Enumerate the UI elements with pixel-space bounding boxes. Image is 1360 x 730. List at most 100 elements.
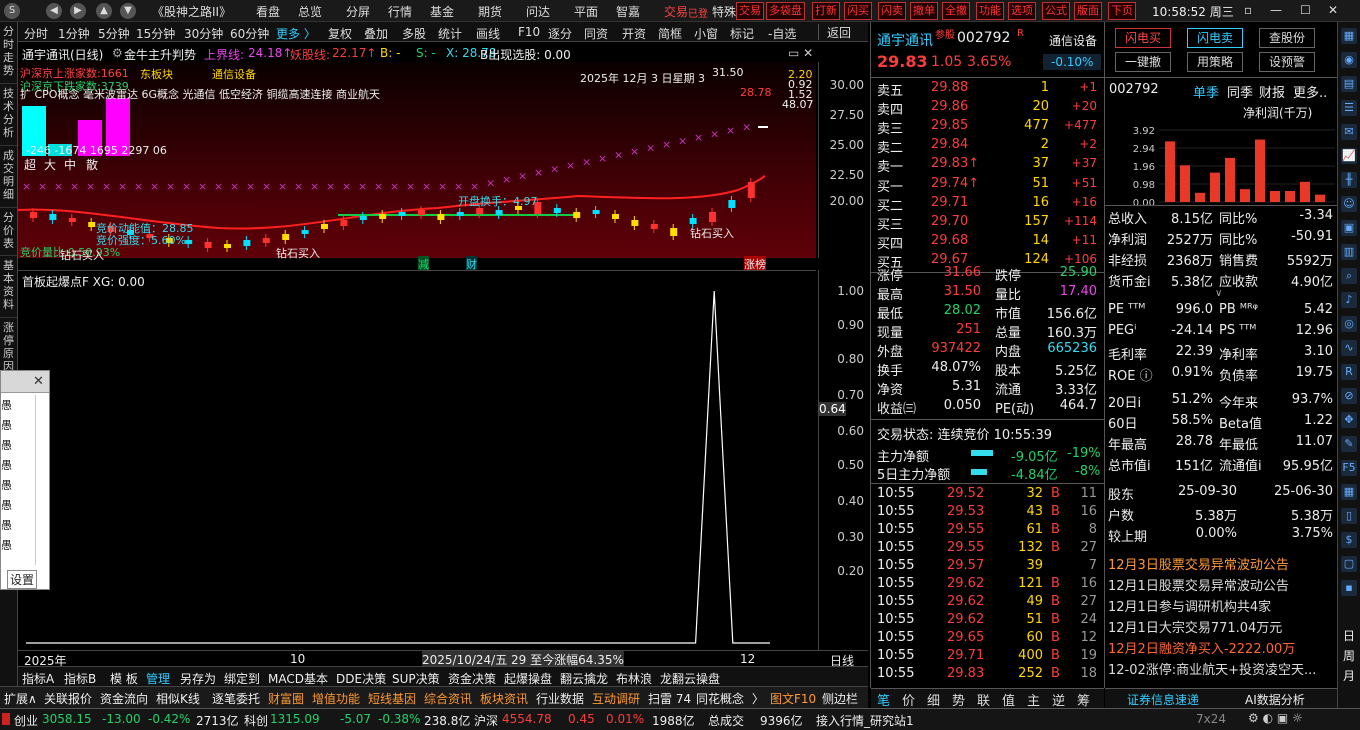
news-item[interactable]: 12月3日股票交易异常波动公告 xyxy=(1108,554,1334,573)
tab-qibao[interactable]: 起爆操盘 xyxy=(504,670,552,687)
ipo-box[interactable]: 打新 xyxy=(812,2,840,20)
calendar-icon[interactable]: ▥ xyxy=(1341,244,1357,260)
quote-tab[interactable]: 筹 xyxy=(1077,690,1090,709)
popup-item[interactable]: 愚 xyxy=(1,457,12,473)
tab-capital[interactable]: 资金决策 xyxy=(448,670,496,687)
ext-capital-flow[interactable]: 资金流向 xyxy=(100,690,148,707)
popup-item[interactable]: 愚 xyxy=(1,397,12,413)
logo-icon[interactable]: S xyxy=(4,3,20,19)
indicator-name[interactable]: 金牛主升判势 xyxy=(124,46,196,63)
multi-stock-button[interactable]: 多股 xyxy=(402,25,426,42)
statistics-button[interactable]: 统计 xyxy=(438,25,462,42)
tab-trade-detail[interactable]: 成交明细 xyxy=(0,146,17,208)
ext-related-quote[interactable]: 关联报价 xyxy=(44,690,92,707)
stop-icon[interactable]: ⊘ xyxy=(1341,388,1357,404)
bell-icon[interactable]: ♪ xyxy=(1341,292,1357,308)
menu-item[interactable]: 总览 xyxy=(298,3,322,20)
simple-frame-button[interactable]: 简框 xyxy=(658,25,682,42)
layout-box[interactable]: 版面 xyxy=(1074,2,1102,20)
news-icon[interactable]: ▣ xyxy=(1341,220,1357,236)
fin-tab-report[interactable]: 财报 xyxy=(1259,82,1285,101)
options-box[interactable]: 选项 xyxy=(1008,2,1036,20)
cancel-all-box[interactable]: 全撤 xyxy=(942,2,970,20)
chat2-icon[interactable]: ▢ xyxy=(1341,556,1357,572)
stock-name[interactable]: 通宇通讯 xyxy=(877,30,933,50)
bars-icon[interactable]: ▤ xyxy=(1341,76,1357,92)
one-click-cancel-button[interactable]: 一键撤 xyxy=(1115,52,1171,72)
fin-tab-quarter[interactable]: 单季 xyxy=(1193,82,1219,101)
period-60min[interactable]: 60分钟 xyxy=(230,25,269,42)
tab-price-table[interactable]: 分价表 xyxy=(0,208,17,256)
fin-tab-more[interactable]: 更多.. xyxy=(1293,82,1327,101)
quote-tab[interactable]: 笔 xyxy=(877,690,890,709)
tab-bind-to[interactable]: 绑定到 xyxy=(224,670,260,687)
quote-tab[interactable]: 值 xyxy=(1002,690,1015,709)
down-icon[interactable]: ▼ xyxy=(120,3,136,19)
rss-icon[interactable]: R xyxy=(1341,364,1357,380)
sector-name[interactable]: 通信设备 xyxy=(1049,32,1097,49)
ai-tab[interactable]: AI数据分析 xyxy=(1245,691,1305,708)
popup-close-icon[interactable]: ✕ xyxy=(33,374,44,389)
menu-item[interactable]: 特殊 xyxy=(712,3,736,20)
multi-box[interactable]: 多袋盘 xyxy=(766,2,805,20)
period-1min[interactable]: 1分钟 xyxy=(58,25,90,42)
fin-tab-same-quarter[interactable]: 同季 xyxy=(1227,82,1253,101)
flash-sell-box[interactable]: 闪卖 xyxy=(878,2,906,20)
ext-expand[interactable]: 扩展∧ xyxy=(4,690,37,707)
settings-icon[interactable]: ⚙ xyxy=(112,46,123,60)
small-window-button[interactable]: 小窗 xyxy=(694,25,718,42)
flash-buy-box[interactable]: 闪买 xyxy=(844,2,872,20)
eye-icon[interactable]: ◉ xyxy=(1341,52,1357,68)
hs-label[interactable]: 沪深 xyxy=(474,712,498,729)
star-label[interactable]: 科创 xyxy=(244,712,268,729)
tab-manage[interactable]: 管理 xyxy=(146,670,170,687)
next-page-box[interactable]: 下页 xyxy=(1108,2,1136,20)
quote-tab[interactable]: 逆 xyxy=(1052,690,1065,709)
ext-similar-k[interactable]: 相似K线 xyxy=(156,690,200,707)
f10-button[interactable]: F10 xyxy=(518,25,540,39)
tab-timeshare[interactable]: 分时走势 xyxy=(0,22,17,84)
news-item[interactable]: 12月1日大宗交易771.04万元 xyxy=(1108,617,1334,636)
period-timeshare[interactable]: 分时 xyxy=(24,25,48,42)
ext-concept[interactable]: 同花概念 xyxy=(696,690,744,707)
book-icon[interactable]: ▯ xyxy=(1341,508,1357,524)
dollar-icon[interactable]: $ xyxy=(1341,532,1357,548)
function-box[interactable]: 功能 xyxy=(976,2,1004,20)
set-alert-button[interactable]: 设预警 xyxy=(1259,52,1315,72)
strategy-button[interactable]: 用策略 xyxy=(1187,52,1243,72)
period-30min[interactable]: 30分钟 xyxy=(184,25,223,42)
menu-item[interactable]: 期货 xyxy=(478,3,502,20)
tab-dde[interactable]: DDE决策 xyxy=(336,670,386,687)
popup-item[interactable]: 愚 xyxy=(1,437,12,453)
query-holding-button[interactable]: 查股份 xyxy=(1259,28,1315,48)
news-item[interactable]: 12-02涨停:商业航天+投资凌空天... xyxy=(1108,659,1334,678)
ext-value-added[interactable]: 增值功能 xyxy=(312,690,360,707)
back-icon[interactable]: ◀ xyxy=(46,3,62,19)
tab-fundamentals[interactable]: 基本资料 xyxy=(0,256,17,318)
indicator-pane[interactable]: 首板起爆点F XG: 0.00 xyxy=(18,270,816,650)
quote-tab[interactable]: 细 xyxy=(927,690,940,709)
popup-item[interactable]: 愚 xyxy=(1,417,12,433)
maximize-icon[interactable]: ☐ xyxy=(1300,3,1311,17)
news-item[interactable]: 12月1日股票交易异常波动公告 xyxy=(1108,575,1334,594)
expand-icon[interactable]: ∨ xyxy=(1215,288,1222,299)
menu-item[interactable]: 行情 xyxy=(388,3,412,20)
formula-box[interactable]: 公式 xyxy=(1042,2,1070,20)
popup-settings-button[interactable]: 设置 xyxy=(7,570,38,589)
news-tab[interactable]: 证券信息速递 xyxy=(1127,691,1199,708)
chat-icon[interactable]: ✉ xyxy=(1341,124,1357,140)
status-icons[interactable]: ⚙ ◐ ▣ ☼ xyxy=(1248,711,1303,725)
ext-sector-news[interactable]: 板块资讯 xyxy=(480,690,528,707)
restore-rights-button[interactable]: 复权 xyxy=(328,25,352,42)
step-button[interactable]: 逐分 xyxy=(548,25,572,42)
tab-indicator-b[interactable]: 指标B xyxy=(64,670,96,687)
tab-template[interactable]: 模 板 xyxy=(110,670,138,687)
tab-tech-analysis[interactable]: 技术分析 xyxy=(0,84,17,146)
quote-tab[interactable]: 主 xyxy=(1027,690,1040,709)
ext-industry-data[interactable]: 行业数据 xyxy=(536,690,584,707)
popup-scrollbar[interactable] xyxy=(35,395,47,565)
forward-icon[interactable]: ▶ xyxy=(70,3,86,19)
window-min-icon[interactable]: ▫ xyxy=(1244,3,1252,17)
menu-item[interactable]: 分屏 xyxy=(346,3,370,20)
menu-item[interactable]: 智嘉 xyxy=(616,3,640,20)
